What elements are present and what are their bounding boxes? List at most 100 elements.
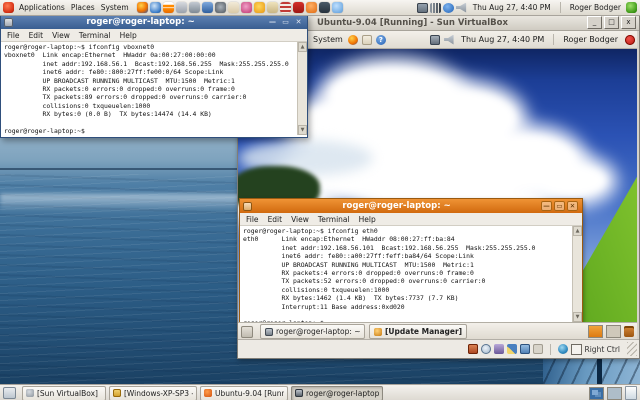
virtualbox-statusbar: Right Ctrl (238, 339, 639, 358)
guest-firefox-icon[interactable] (348, 35, 358, 45)
menu-applications[interactable]: Applications (16, 0, 68, 15)
task-label: [Update Manager] (385, 327, 462, 336)
guest-user-menu[interactable]: Roger Bodger (563, 35, 618, 44)
user-switcher-icon[interactable] (626, 2, 637, 13)
guest-menu-system[interactable]: System (310, 32, 346, 47)
host-workspace-1[interactable] (589, 387, 604, 400)
firefox-icon[interactable] (137, 2, 148, 13)
guest-display-icon[interactable] (430, 35, 440, 45)
filezilla-icon[interactable] (293, 2, 304, 13)
shared-folder-icon[interactable] (520, 344, 530, 354)
guest-terminal-scrollbar[interactable]: ▲ ▼ (572, 226, 582, 322)
scroll-up-icon[interactable]: ▲ (298, 42, 307, 52)
host-terminal-body[interactable]: roger@roger-laptop:~$ ifconfig vboxnet0 … (1, 42, 307, 135)
guest-quit-icon[interactable] (625, 35, 635, 45)
task-label: Ubuntu-9.04 [Running]... (215, 389, 284, 398)
bluetooth-icon[interactable] (443, 3, 454, 13)
host-top-panel: Applications Places System Thu Aug 27, 4… (0, 0, 640, 16)
close-button[interactable]: x (621, 16, 636, 29)
guest-mail-icon[interactable] (362, 35, 372, 45)
minimize-button[interactable]: _ (587, 16, 602, 29)
guest-help-icon[interactable]: ? (376, 35, 386, 45)
guest-terminal-body[interactable]: roger@roger-laptop:~$ ifconfig eth0 eth0… (240, 226, 582, 322)
host-key-label: Right Ctrl (585, 345, 620, 354)
maximize-button[interactable]: ▭ (554, 201, 565, 211)
harddisk-icon[interactable] (468, 344, 478, 354)
minimize-button[interactable]: — (541, 201, 552, 211)
guest-workspace-1[interactable] (588, 325, 603, 338)
menu-terminal[interactable]: Terminal (79, 31, 111, 40)
character-map-icon[interactable] (319, 2, 330, 13)
minimize-button[interactable]: — (268, 16, 277, 28)
menu-view[interactable]: View (291, 215, 309, 224)
notes-icon[interactable] (267, 2, 278, 13)
instant-messenger-icon[interactable] (254, 2, 265, 13)
menu-edit[interactable]: Edit (29, 31, 44, 40)
status-separator (550, 344, 551, 355)
host-workspace-2[interactable] (607, 387, 622, 400)
host-terminal-titlebar[interactable]: roger@roger-laptop: ~ — ▭ ✕ (1, 15, 307, 29)
media-player-icon[interactable] (241, 2, 252, 13)
signal-strength-icon[interactable] (430, 3, 441, 13)
menu-edit[interactable]: Edit (268, 215, 283, 224)
host-terminal-scrollbar[interactable]: ▲ ▼ (297, 42, 307, 135)
cdrom-icon[interactable] (481, 344, 491, 354)
maximize-button[interactable]: □ (604, 16, 619, 29)
host-trash-icon[interactable] (625, 386, 637, 400)
menu-places[interactable]: Places (68, 0, 98, 15)
close-button[interactable]: ✕ (294, 16, 303, 28)
maximize-button[interactable]: ▭ (281, 16, 290, 28)
distro-logo-icon[interactable] (3, 2, 14, 13)
guest-terminal-titlebar[interactable]: roger@roger-laptop: ~ — ▭ ✕ (240, 199, 582, 213)
guest-taskbar-terminal[interactable]: roger@roger-laptop: ~ (260, 324, 365, 339)
terminal-icon (243, 202, 252, 211)
windows-vm-icon (113, 389, 121, 397)
taskbar-host-terminal[interactable]: roger@roger-laptop: ~ (291, 386, 383, 400)
menu-terminal[interactable]: Terminal (318, 215, 350, 224)
usb-icon[interactable] (533, 344, 543, 354)
guest-show-desktop-button[interactable] (241, 326, 253, 338)
guest-taskbar-update-manager[interactable]: [Update Manager] (369, 324, 467, 339)
network-manager-icon[interactable] (417, 3, 428, 13)
vlc-icon[interactable] (163, 2, 174, 13)
guest-clock[interactable]: Thu Aug 27, 4:40 PM (461, 35, 544, 44)
taskbar-ubuntu-vm[interactable]: Ubuntu-9.04 [Running]... (200, 386, 288, 400)
scroll-up-icon[interactable]: ▲ (573, 226, 582, 236)
host-taskbar-right (589, 386, 637, 400)
volume-icon[interactable] (456, 3, 467, 13)
guest-workspace-2[interactable] (606, 325, 621, 338)
show-desktop-button[interactable] (3, 387, 16, 399)
menu-file[interactable]: File (7, 31, 20, 40)
menu-file[interactable]: File (246, 215, 259, 224)
scroll-down-icon[interactable]: ▼ (573, 312, 582, 322)
network-adapter-icon[interactable] (494, 344, 504, 354)
email-icon[interactable] (228, 2, 239, 13)
menu-help[interactable]: Help (120, 31, 137, 40)
host-clock[interactable]: Thu Aug 27, 4:40 PM (473, 3, 551, 12)
support-icon[interactable] (306, 2, 317, 13)
close-button[interactable]: ✕ (567, 201, 578, 211)
menu-view[interactable]: View (52, 31, 70, 40)
window-list-icon[interactable] (176, 2, 187, 13)
host-user-menu[interactable]: Roger Bodger (570, 3, 621, 12)
guest-terminal-window-buttons: — ▭ ✕ (541, 201, 578, 211)
menu-system[interactable]: System (98, 0, 132, 15)
display-settings-icon[interactable] (202, 2, 213, 13)
host-terminal-menubar: File Edit View Terminal Help (1, 29, 307, 42)
guest-volume-icon[interactable] (444, 35, 454, 45)
help-globe-icon[interactable] (332, 2, 343, 13)
terminal-icon (4, 18, 13, 27)
web-browser-icon[interactable] (150, 2, 161, 13)
camera-icon[interactable] (215, 2, 226, 13)
taskbar-windows-xp-vm[interactable]: [Windows-XP-SP3 - VM... (109, 386, 197, 400)
taskbar-sun-virtualbox[interactable]: [Sun VirtualBox] (22, 386, 106, 400)
shared-clipboard-icon[interactable] (507, 344, 517, 354)
scroll-down-icon[interactable]: ▼ (298, 125, 307, 135)
menu-help[interactable]: Help (359, 215, 376, 224)
finance-icon[interactable] (280, 2, 291, 13)
guest-trash-icon[interactable] (624, 326, 634, 337)
host-terminal-window: roger@roger-laptop: ~ — ▭ ✕ File Edit Vi… (0, 14, 308, 138)
remote-viewer-icon[interactable] (189, 2, 200, 13)
guest-terminal-window: roger@roger-laptop: ~ — ▭ ✕ File Edit Vi… (239, 198, 583, 324)
resize-grip[interactable] (627, 342, 637, 356)
